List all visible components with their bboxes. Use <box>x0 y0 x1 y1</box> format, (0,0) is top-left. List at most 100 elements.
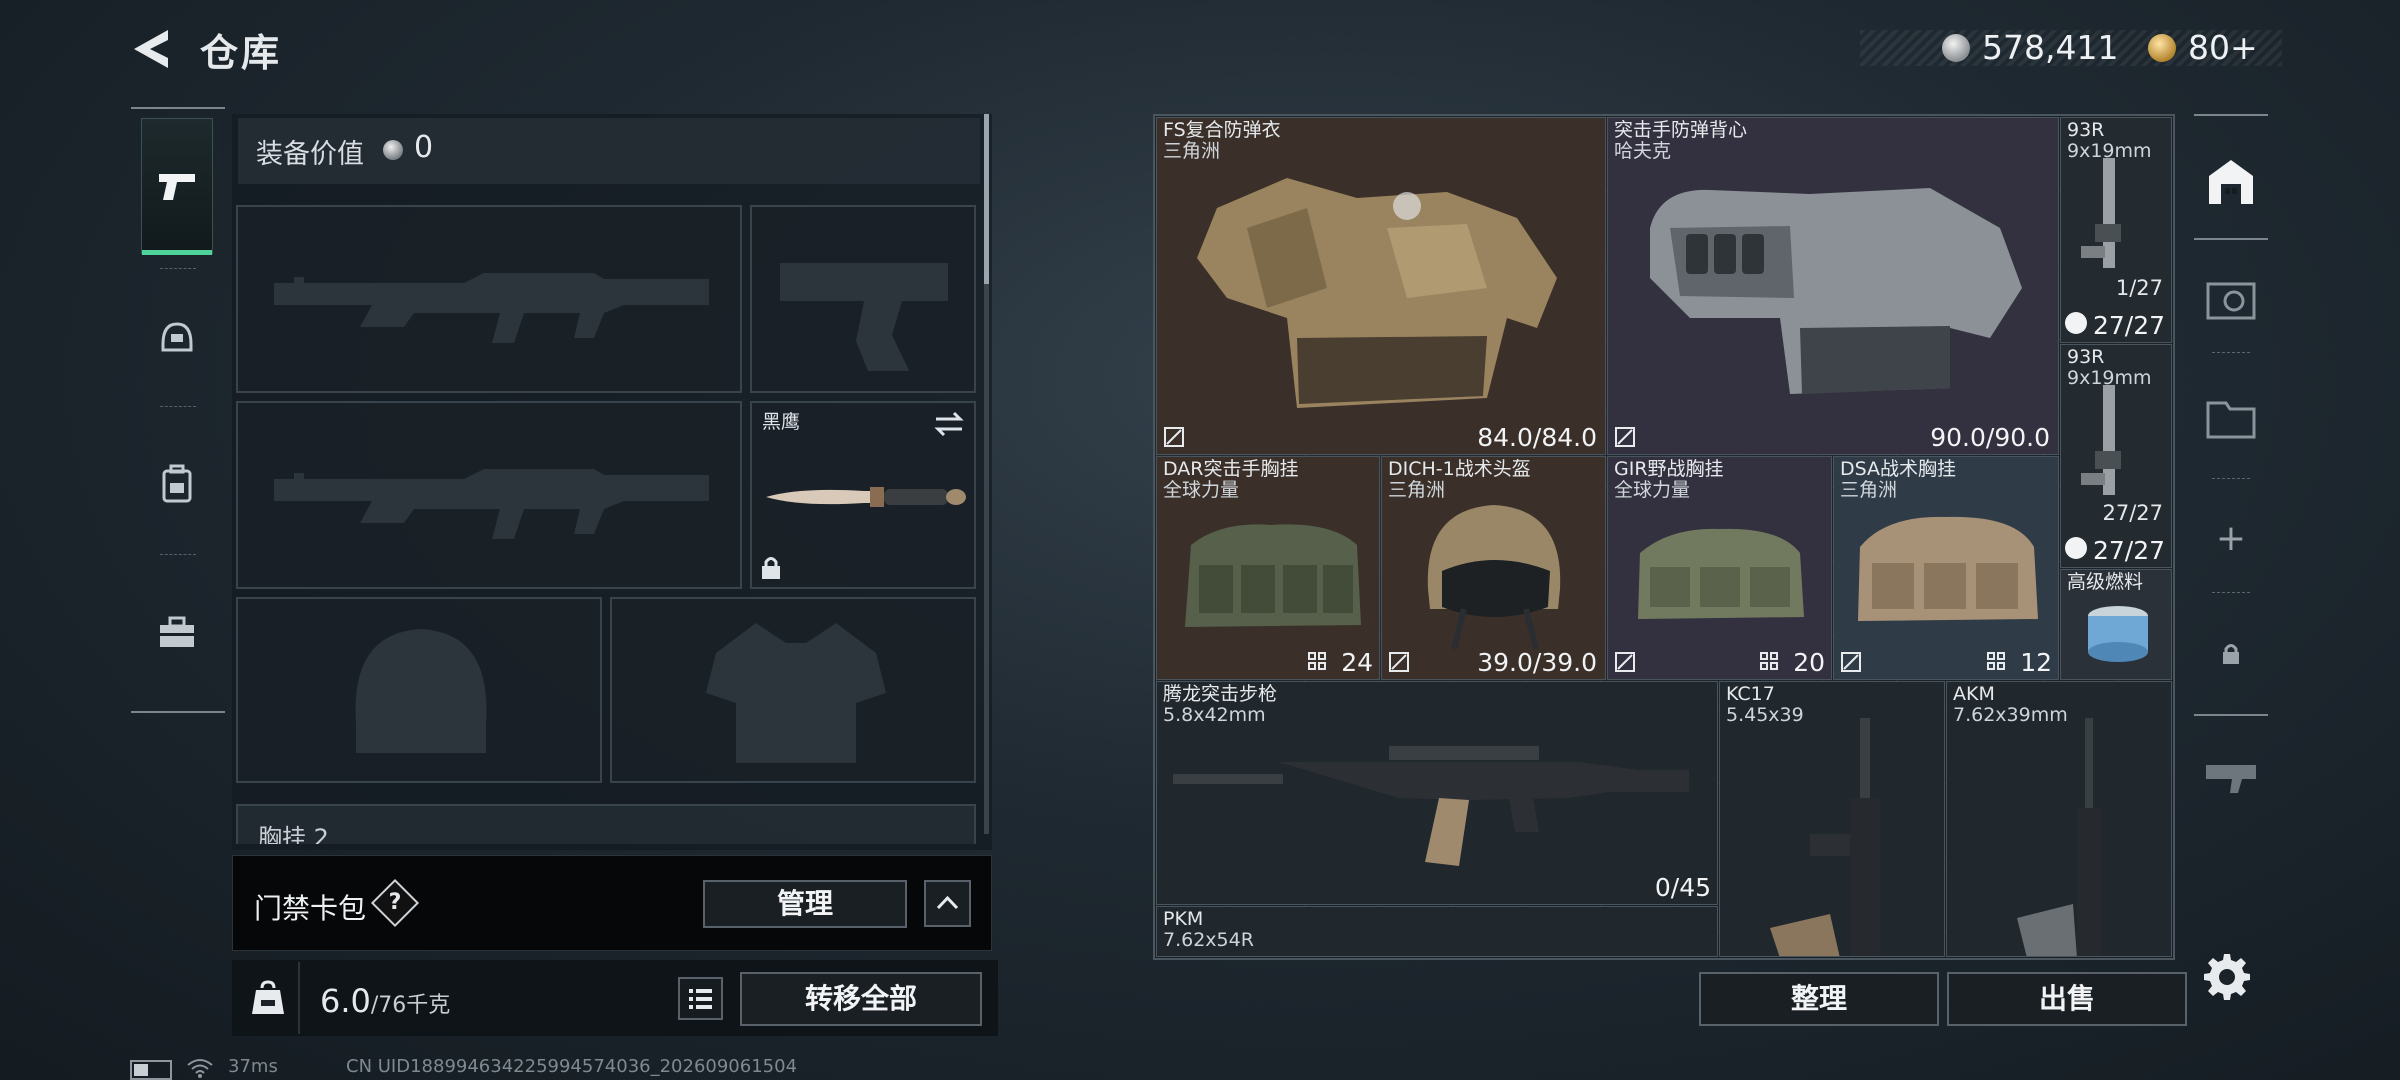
item-fuel[interactable]: 高级燃料 <box>2060 569 2172 680</box>
item-name: PKM <box>1163 908 1204 930</box>
item-faction: 全球力量 <box>1614 479 1691 501</box>
rifle-icon <box>2017 718 2101 956</box>
tab-warehouse[interactable] <box>2194 126 2268 236</box>
tab-storage-iv-a[interactable] <box>2194 250 2268 346</box>
item-name: DAR突击手胸挂 <box>1163 458 1299 480</box>
chest-rig-icon <box>1185 524 1361 627</box>
silver-amount: 578,411 <box>1982 28 2119 67</box>
equipment-value-label: 装备价值 <box>256 139 364 170</box>
smg-icon <box>1770 718 1880 956</box>
item-pkm[interactable]: PKM 7.62x54R <box>1156 906 1718 957</box>
item-name: GIR野战胸挂 <box>1614 458 1724 480</box>
loadout-scroll-thumb[interactable] <box>984 114 989 284</box>
armor-slot[interactable] <box>610 597 976 783</box>
swap-icon[interactable] <box>932 409 966 439</box>
sell-button[interactable]: 出售 <box>1947 972 2187 1026</box>
capacity-icon <box>1987 652 2005 670</box>
access-card-pack-label: 门禁卡包 <box>254 892 367 925</box>
add-storage-button[interactable]: + <box>2194 490 2268 586</box>
helmet-slot[interactable] <box>236 597 602 783</box>
equipment-value: 0 <box>414 130 434 165</box>
melee-slot[interactable]: 黑鹰 <box>750 401 976 589</box>
gold-coin-icon <box>2148 34 2176 62</box>
pistol-icon <box>159 174 195 200</box>
item-name: 腾龙突击步枪 <box>1163 683 1278 705</box>
tab-toolbox[interactable] <box>141 564 213 700</box>
magazine-count: 27/27 <box>2092 536 2165 565</box>
helmet-icon <box>1427 505 1561 650</box>
durability-value: 84.0/84.0 <box>1477 423 1597 452</box>
locked-storage-slot[interactable] <box>2194 602 2268 706</box>
tab-weapon-rack[interactable] <box>2194 752 2268 806</box>
plate-carrier-icon <box>1650 188 2022 394</box>
collapse-button[interactable] <box>924 880 971 927</box>
item-faction: 哈夫克 <box>1614 140 1672 162</box>
camo-armor-icon <box>1197 178 1557 408</box>
item-kc17[interactable]: KC17 5.45x39 <box>1719 681 1945 957</box>
silver-coin-icon <box>1942 34 1970 62</box>
item-93r[interactable]: 93R 9x19mm 1/27 27/27 <box>2060 117 2172 343</box>
back-button[interactable] <box>128 26 180 72</box>
item-tenglong-rifle[interactable]: 腾龙突击步枪 5.8x42mm 0/45 <box>1156 681 1718 905</box>
item-dar-rig[interactable]: DAR突击手胸挂 全球力量 24 <box>1156 456 1380 680</box>
chest-rig-section[interactable]: 胸挂 2 <box>236 804 976 844</box>
manage-button[interactable]: 管理 <box>703 880 907 928</box>
list-icon <box>689 989 712 1009</box>
uid-text: CN UID1889946342259945740​36_20260906150… <box>346 1056 798 1077</box>
item-name: AKM <box>1953 683 1995 705</box>
durability-icon <box>1389 652 1409 672</box>
tab-separator <box>2212 592 2250 593</box>
tab-backpack[interactable] <box>141 416 213 552</box>
item-akm[interactable]: AKM 7.62x39mm <box>1946 681 2172 957</box>
tab-separator <box>2212 478 2250 479</box>
rifle-silhouette-icon <box>274 273 709 343</box>
clock-icon <box>2065 312 2087 334</box>
battery-icon <box>130 1060 172 1080</box>
tab-separator <box>160 554 196 555</box>
backpack-icon <box>162 464 192 503</box>
weight-icon <box>252 980 284 1014</box>
locker-icon <box>2206 282 2256 320</box>
list-view-button[interactable] <box>678 977 723 1020</box>
rifle-silhouette-icon <box>274 469 709 539</box>
item-gir-rig[interactable]: GIR野战胸挂 全球力量 20 <box>1607 456 1832 680</box>
knife-icon <box>766 487 966 507</box>
tab-weapons[interactable] <box>141 118 213 255</box>
item-faction: 全球力量 <box>1163 479 1240 501</box>
item-fs-armor[interactable]: FS复合防弹衣 三角洲 84.0/84.0 <box>1156 117 1606 455</box>
ping-text: 37ms <box>228 1056 278 1077</box>
sidearm-slot[interactable] <box>750 205 976 393</box>
transfer-all-button[interactable]: 转移全部 <box>740 972 982 1026</box>
tidy-button[interactable]: 整理 <box>1699 972 1939 1026</box>
pistol-icon <box>2081 158 2121 268</box>
tab-helmet[interactable] <box>141 270 213 406</box>
fuel-can-icon <box>2088 606 2148 662</box>
item-93r[interactable]: 93R 9x19mm 27/27 27/27 <box>2060 344 2172 568</box>
primary-weapon-slot[interactable] <box>236 205 742 393</box>
item-dsa-rig[interactable]: DSA战术胸挂 三角洲 12 <box>1833 456 2059 680</box>
rail-top-line <box>131 107 225 109</box>
item-faction: 三角洲 <box>1840 479 1898 501</box>
pistol-icon <box>2081 385 2121 495</box>
clock-icon <box>2065 537 2087 559</box>
weight-value: 6.0/76千克 <box>320 982 451 1020</box>
help-icon[interactable]: ? <box>378 886 412 920</box>
gold-amount[interactable]: 80+ <box>2188 28 2258 67</box>
toolbox-icon <box>160 616 194 647</box>
magazine-count: 27/27 <box>2092 311 2165 340</box>
lock-icon <box>762 557 780 579</box>
weapon-rack-icon <box>2206 765 2256 793</box>
item-dich-helmet[interactable]: DICH-1战术头盔 三角洲 39.0/39.0 <box>1381 456 1606 680</box>
capacity-icon <box>1308 652 1326 670</box>
assault-rifle-icon <box>1173 746 1689 866</box>
item-name: 高级燃料 <box>2067 571 2144 593</box>
item-faction: 三角洲 <box>1163 140 1221 162</box>
tab-storage-iv-b[interactable] <box>2194 362 2268 472</box>
tab-separator <box>160 406 196 407</box>
item-name: 93R <box>2067 346 2105 368</box>
right-rail-line <box>2194 238 2268 240</box>
secondary-weapon-slot[interactable] <box>236 401 742 589</box>
settings-gear-icon[interactable] <box>2202 952 2252 1002</box>
right-rail-top-line <box>2194 114 2268 116</box>
item-assault-vest[interactable]: 突击手防弹背心 哈夫克 90.0/90.0 <box>1607 117 2059 455</box>
